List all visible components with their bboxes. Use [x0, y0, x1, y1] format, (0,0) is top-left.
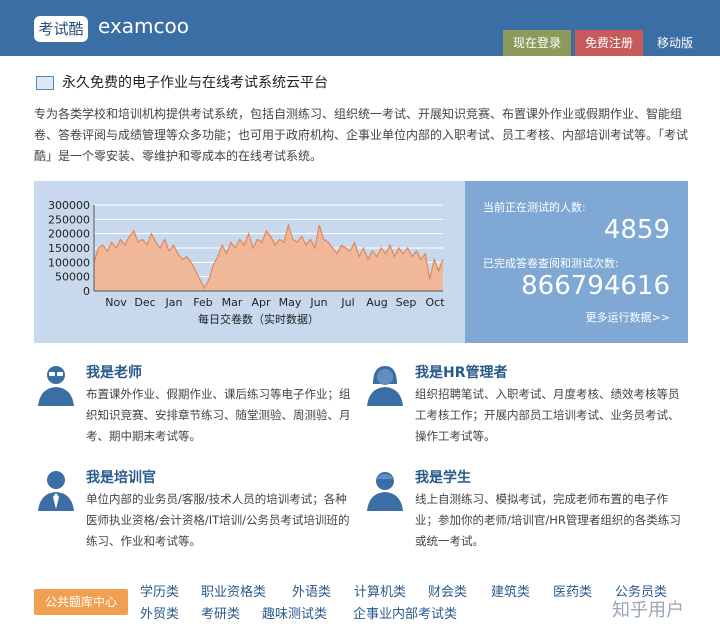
completed-label: 已完成答卷查阅和测试次数: — [483, 257, 619, 270]
x-tick-label: Aug — [366, 296, 387, 309]
category-link[interactable]: 趣味测试类 — [262, 603, 327, 622]
category-link[interactable]: 医药类 — [553, 581, 592, 600]
login-button[interactable]: 现在登录 — [503, 30, 571, 56]
header-bar: 考试酷 examcoo 现在登录 免费注册 移动版 — [0, 0, 720, 56]
x-tick-label: Nov — [105, 296, 127, 309]
watermark: 知乎用户 — [612, 600, 684, 621]
y-tick-label: 150000 — [48, 242, 90, 255]
student-icon — [367, 472, 403, 511]
completed-count: 866794616 — [521, 271, 670, 301]
role-title: 我是HR管理者 — [415, 365, 508, 381]
role-desc: 单位内部的业务员/客服/技术人员的培训考试；各种医师执业资格/会计资格/IT培训… — [86, 492, 350, 548]
logo[interactable]: 考试酷 — [34, 16, 88, 42]
testing-label: 当前正在测试的人数: — [483, 201, 586, 214]
y-tick-label: 100000 — [48, 256, 90, 269]
role-desc: 组织招聘笔试、入职考试、月度考核、绩效考核等员工考核工作；开展内部员工培训考试、… — [415, 387, 680, 443]
role-desc: 线上自测练习、模拟考试，完成老师布置的电子作业；参加你的老师/培训官/HR管理者… — [415, 492, 681, 548]
x-tick-label: Mar — [222, 296, 243, 309]
category-link[interactable]: 考研类 — [201, 603, 240, 622]
public-question-bank-button[interactable]: 公共题库中心 — [34, 589, 128, 615]
category-link[interactable]: 外语类 — [292, 581, 331, 600]
chart-panel: 300000 250000 200000 150000 100000 50000 0 Nov D… — [34, 181, 465, 343]
category-link[interactable]: 计算机类 — [354, 581, 406, 600]
category-link[interactable]: 财会类 — [428, 581, 467, 600]
x-tick-label: Jan — [165, 296, 183, 309]
category-link[interactable]: 职业资格类 — [201, 581, 266, 600]
category-link[interactable]: 外贸类 — [140, 603, 179, 622]
x-tick-label: Sep — [396, 296, 417, 309]
more-stats-link[interactable]: 更多运行数据>> — [586, 309, 670, 325]
role-desc: 布置课外作业、假期作业、课后练习等电子作业；组织知识竞赛、安排章节练习、随堂测验… — [86, 387, 351, 443]
testing-count: 4859 — [603, 215, 670, 245]
intro-text: 专为各类学校和培训机构提供考试系统，包括自测练习、组织统一考试、开展知识竞赛、布… — [34, 107, 689, 163]
register-button[interactable]: 免费注册 — [575, 30, 643, 56]
chart-x-label: 每日交卷数（实时数据） — [198, 313, 319, 326]
category-link[interactable]: 建筑类 — [491, 581, 530, 600]
y-tick-label: 0 — [83, 285, 90, 298]
x-tick-label: Dec — [134, 296, 155, 309]
role-title: 我是学生 — [415, 470, 471, 486]
x-tick-label: Oct — [425, 296, 445, 309]
category-link[interactable]: 学历类 — [140, 581, 179, 600]
monitor-icon — [36, 76, 54, 90]
chart-area — [94, 225, 443, 291]
x-tick-label: Feb — [193, 296, 212, 309]
y-tick-label: 200000 — [48, 228, 90, 241]
role-title: 我是老师 — [86, 365, 142, 381]
x-tick-label: May — [279, 296, 302, 309]
teacher-icon — [38, 366, 74, 406]
y-tick-label: 50000 — [55, 271, 90, 284]
category-link[interactable]: 企事业内部考试类 — [353, 603, 457, 622]
role-title: 我是培训官 — [86, 470, 156, 486]
brand-name[interactable]: examcoo — [98, 14, 189, 38]
x-tick-label: Jun — [309, 296, 327, 309]
mobile-version-link[interactable]: 移动版 — [647, 30, 703, 56]
hr-manager-icon — [367, 366, 403, 406]
y-tick-label: 250000 — [48, 213, 90, 226]
x-tick-label: Jul — [340, 296, 354, 309]
trainer-icon — [38, 471, 74, 511]
stats-panel: 当前正在测试的人数: 4859 已完成答卷查阅和测试次数: 866794616 … — [465, 181, 688, 343]
x-tick-label: Apr — [251, 296, 271, 309]
slogan: 永久免费的电子作业与在线考试系统云平台 — [62, 75, 328, 91]
y-tick-label: 300000 — [48, 199, 90, 212]
